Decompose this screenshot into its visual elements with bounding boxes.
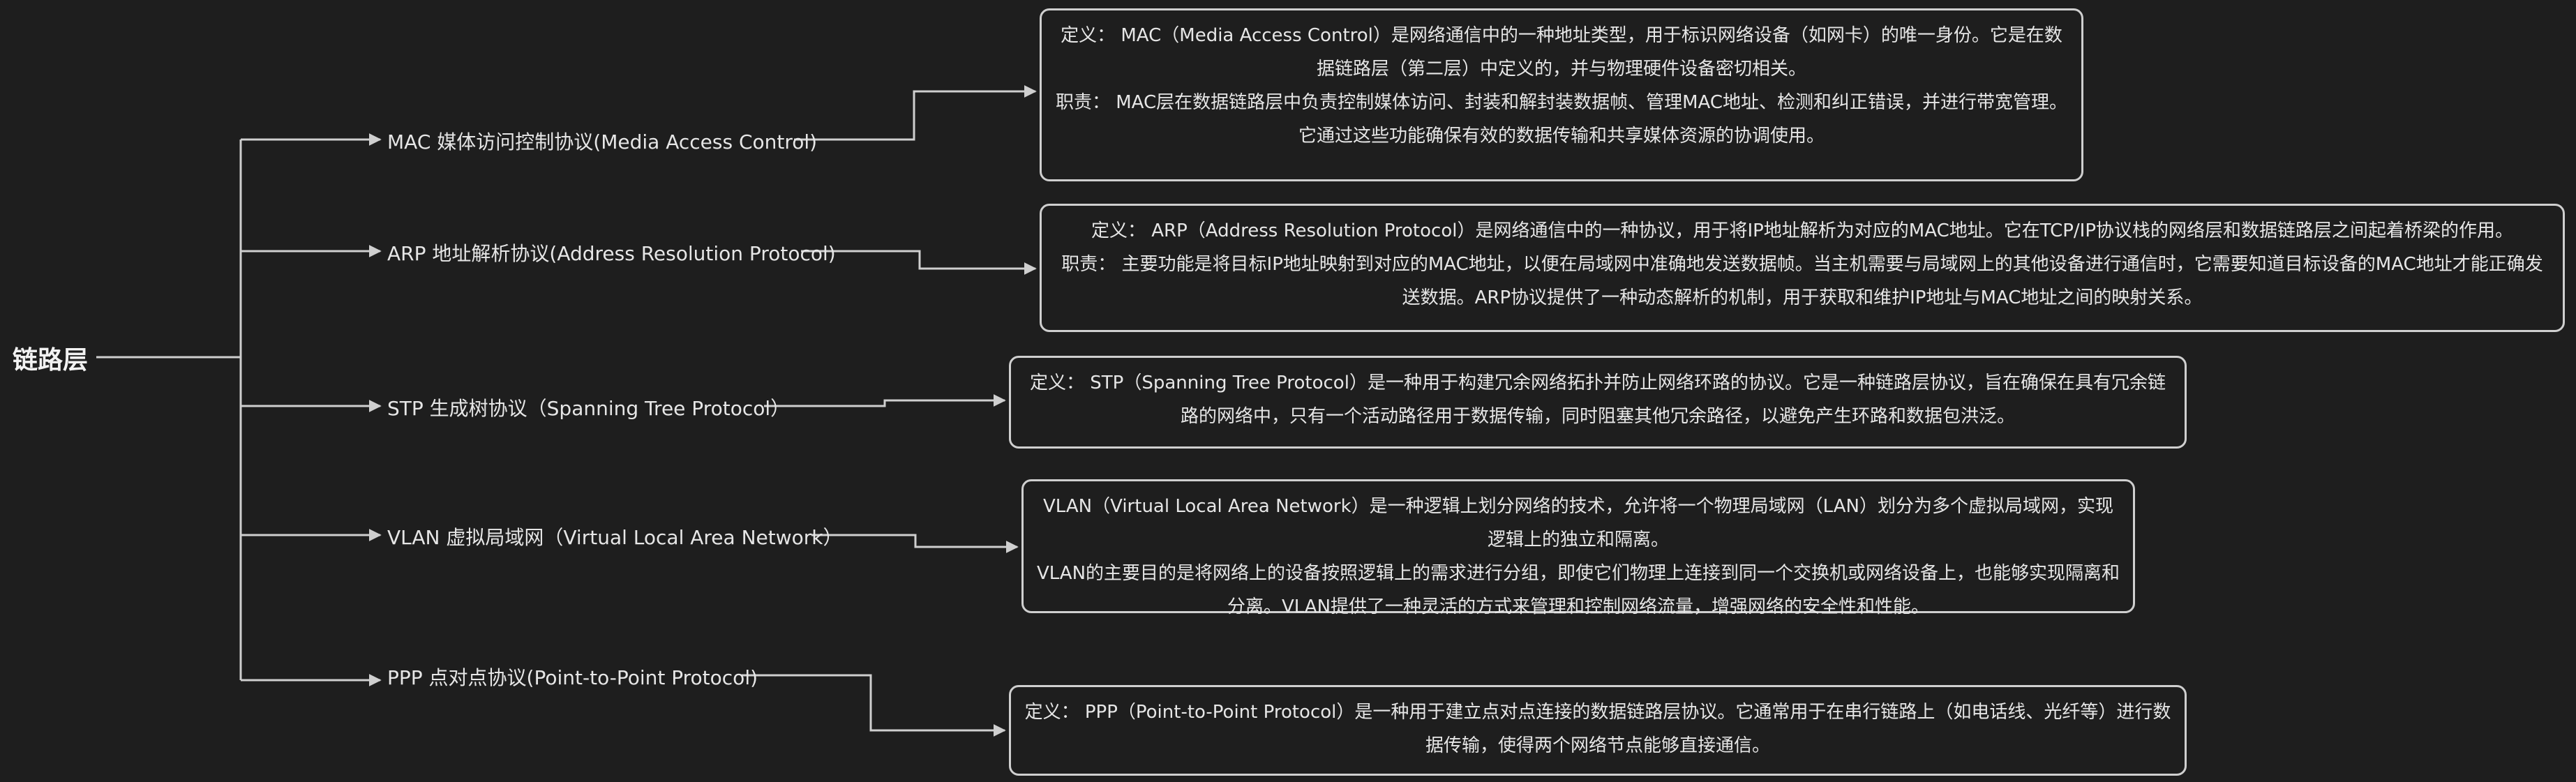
- mac-responsibility: 职责： MAC层在数据链路层中负责控制媒体访问、封装和解封装数据帧、管理MAC地…: [1055, 92, 2068, 146]
- branch-ppp: PPP 点对点协议(Point-to-Point Protocol): [387, 666, 758, 689]
- root-node: 链路层: [13, 346, 89, 375]
- ppp-detail-connector: [742, 674, 1006, 737]
- stp-definition: 定义： STP（Spanning Tree Protocol）是一种用于构建冗余…: [1030, 373, 2166, 427]
- ppp-detail-card: 定义： PPP（Point-to-Point Protocol）是一种用于建立点…: [1009, 685, 2187, 776]
- branch-mac: MAC 媒体访问控制协议(Media Access Control): [387, 130, 818, 153]
- arp-detail-connector: [801, 250, 1037, 275]
- mac-definition: 定义： MAC（Media Access Control）是网络通信中的一种地址…: [1061, 25, 2062, 80]
- vlan-purpose: VLAN的主要目的是将网络上的设备按照逻辑上的需求进行分组，即使它们物理上连接到…: [1036, 563, 2120, 617]
- arp-detail-card: 定义： ARP（Address Resolution Protocol）是网络通…: [1040, 204, 2565, 332]
- ppp-definition: 定义： PPP（Point-to-Point Protocol）是一种用于建立点…: [1024, 702, 2171, 756]
- arp-definition: 定义： ARP（Address Resolution Protocol）是网络通…: [1091, 220, 2514, 241]
- mac-detail-connector: [794, 85, 1037, 141]
- stp-detail-connector: [764, 394, 1006, 407]
- mac-detail-card: 定义： MAC（Media Access Control）是网络通信中的一种地址…: [1040, 8, 2083, 181]
- vlan-detail-card: VLAN（Virtual Local Area Network）是一种逻辑上划分…: [1021, 479, 2135, 617]
- stp-detail-card: 定义： STP（Spanning Tree Protocol）是一种用于构建冗余…: [1009, 356, 2187, 449]
- branch-vlan: VLAN 虚拟局域网（Virtual Local Area Network）: [387, 526, 843, 549]
- branch-arp: ARP 地址解析协议(Address Resolution Protocol): [387, 242, 836, 265]
- arp-responsibility: 职责： 主要功能是将目标IP地址映射到对应的MAC地址，以便在局域网中准确地发送…: [1061, 254, 2543, 308]
- vlan-description: VLAN（Virtual Local Area Network）是一种逻辑上划分…: [1043, 496, 2113, 550]
- branch-stp: STP 生成树协议（Spanning Tree Protocol）: [387, 397, 791, 420]
